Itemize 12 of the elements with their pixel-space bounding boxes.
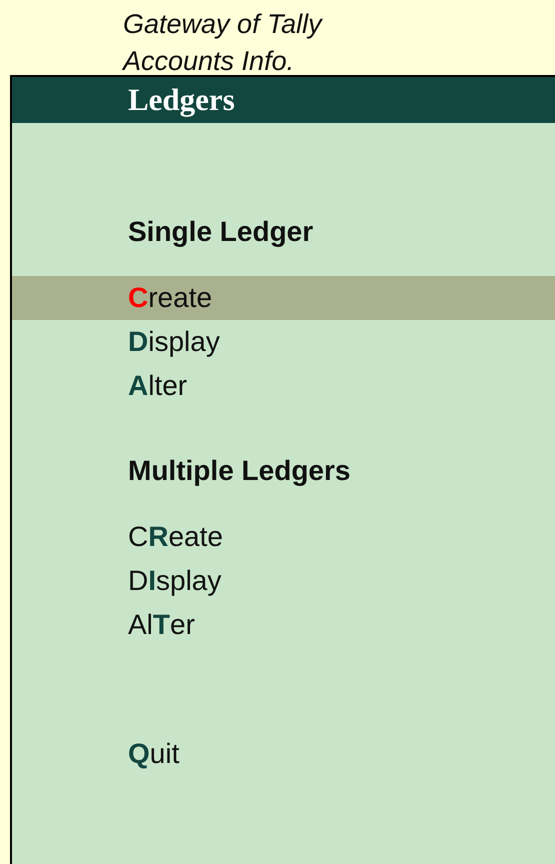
section-heading: Single Ledger [127, 215, 314, 249]
menu-item[interactable]: Display [12, 320, 555, 364]
menu-item[interactable]: Alter [12, 364, 555, 408]
menu-item[interactable]: CReate [12, 515, 555, 559]
menu-item[interactable]: DIsplay [12, 559, 555, 603]
menu-item[interactable]: Create [12, 276, 555, 320]
panel-title: Ledgers [128, 82, 235, 118]
breadcrumb-text: Gateway of Tally [123, 8, 322, 41]
section-heading: Multiple Ledgers [127, 454, 352, 488]
breadcrumb-text: Accounts Info. [123, 45, 294, 78]
menu-item[interactable]: Quit [12, 732, 555, 776]
menu-item[interactable]: AlTer [12, 603, 555, 647]
